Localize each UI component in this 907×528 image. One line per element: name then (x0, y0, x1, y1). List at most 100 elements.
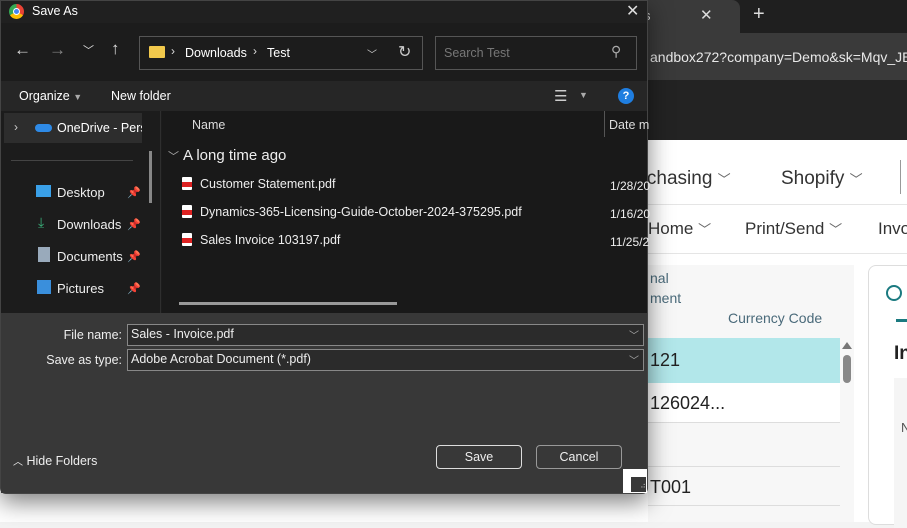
table-row[interactable]: 126024... (648, 383, 840, 423)
url-text[interactable]: andbox272?company=Demo&sk=Mqv_JEJ (650, 49, 907, 65)
folder-icon (149, 46, 165, 58)
file-date: 1/28/20 (610, 179, 651, 193)
sidebar-item-documents[interactable]: Documents 📌 (1, 245, 146, 267)
title-bar: Save As ✕ (1, 1, 647, 23)
save-type-label: Save as type: (46, 353, 122, 367)
chevron-up-icon: ︿ (13, 457, 23, 468)
search-input[interactable]: Search Test ⚲ (435, 36, 637, 70)
hide-folders-label: Hide Folders (26, 454, 98, 468)
pdf-icon (182, 205, 192, 218)
documents-icon (38, 247, 50, 262)
recent-locations-icon[interactable]: ﹀ (83, 42, 94, 58)
menu-label: Shopify (781, 168, 845, 189)
chevron-down-icon[interactable]: ﹀ (367, 46, 377, 61)
pictures-icon (37, 280, 51, 294)
divider (11, 160, 133, 161)
pin-icon: 📌 (127, 251, 141, 263)
help-icon[interactable]: ? (618, 88, 634, 104)
file-item[interactable]: Customer Statement.pdf (182, 177, 335, 191)
forward-icon[interactable]: → (49, 40, 66, 60)
up-icon[interactable]: ↑ (111, 39, 120, 59)
sidebar-label: Downloads (57, 217, 122, 232)
file-date: 1/16/20 (610, 207, 651, 221)
resize-grip-icon[interactable]: ⠴ (631, 477, 646, 492)
sidebar-scrollbar[interactable] (149, 151, 152, 203)
file-item[interactable]: Dynamics-365-Licensing-Guide-October-202… (182, 205, 522, 219)
expand-icon[interactable]: › (14, 120, 18, 134)
chevron-down-icon[interactable]: ﹀ (629, 352, 639, 367)
desktop-icon (36, 185, 51, 197)
group-header[interactable]: A long time ago (183, 147, 286, 164)
action-home[interactable]: Home ﹀ (648, 219, 711, 239)
table-row[interactable]: 121 (648, 338, 840, 383)
address-path[interactable]: › Downloads › Test ﹀ ↻ (139, 36, 423, 70)
pin-icon: 📌 (127, 187, 141, 199)
close-icon[interactable]: ✕ (626, 1, 639, 21)
download-icon: ⤓ (38, 214, 45, 230)
breadcrumb-test[interactable]: Test (267, 46, 290, 60)
dropdown-arrow-icon: ▼ (73, 92, 83, 102)
chevron-down-icon: ﹀ (849, 172, 863, 187)
sidebar-item-onedrive[interactable]: › OneDrive - Perso (4, 113, 142, 143)
sidebar-label: Documents (57, 249, 123, 264)
collapse-group-icon[interactable]: ﹀ (168, 148, 179, 164)
scrollbar[interactable] (842, 340, 852, 386)
action-invoice[interactable]: Invo (878, 219, 907, 239)
toolbar: Organize ▼ New folder ☰ ▼ ? (1, 81, 647, 111)
file-name-input[interactable]: Sales - Invoice.pdf ﹀ (127, 324, 644, 346)
file-name: Customer Statement.pdf (200, 177, 336, 191)
action-print-send[interactable]: Print/Send ﹀ (745, 219, 842, 239)
divider (900, 160, 901, 194)
column-header-currency-code[interactable]: Currency Code (728, 310, 822, 326)
column-header-name[interactable]: Name (192, 118, 225, 132)
chrome-icon (9, 4, 24, 19)
sidebar-item-downloads[interactable]: ⤓ Downloads 📌 (1, 213, 146, 235)
file-name: Dynamics-365-Licensing-Guide-October-202… (200, 205, 522, 219)
resize-area: ⠴ (623, 469, 647, 493)
save-as-dialog: Save As ✕ ← → ﹀ ↑ › Downloads › Test ﹀ ↻… (0, 0, 651, 494)
sidebar-item-pictures[interactable]: Pictures 📌 (1, 277, 146, 299)
chevron-right-icon: › (171, 44, 175, 58)
sidebar-label: Desktop (57, 185, 105, 200)
chevron-down-icon: ﹀ (717, 172, 731, 187)
save-type-select[interactable]: Adobe Acrobat Document (*.pdf) ﹀ (127, 349, 644, 371)
horizontal-scrollbar[interactable] (179, 302, 397, 305)
back-icon[interactable]: ← (14, 40, 31, 60)
search-placeholder: Search Test (444, 46, 510, 60)
action-label: Print/Send (745, 219, 825, 238)
organize-button[interactable]: Organize ▼ (19, 89, 82, 103)
column-header-date[interactable]: Date m (609, 118, 649, 132)
file-name-value: Sales - Invoice.pdf (131, 327, 234, 341)
pin-icon: 📌 (127, 219, 141, 231)
circle-icon (886, 285, 902, 301)
new-tab-button[interactable]: + (753, 3, 765, 26)
chevron-down-icon[interactable]: ﹀ (629, 327, 639, 342)
tab-close-icon[interactable]: ✕ (700, 6, 713, 24)
dropdown-arrow-icon[interactable]: ▼ (579, 90, 588, 100)
action-label: Home (648, 219, 694, 238)
dialog-title: Save As (32, 4, 78, 18)
organize-label: Organize (19, 89, 70, 103)
pdf-icon (182, 177, 192, 190)
refresh-icon[interactable]: ↻ (398, 42, 411, 62)
card-field-area (894, 378, 907, 528)
view-options-icon[interactable]: ☰ (554, 87, 567, 105)
menu-shopify[interactable]: Shopify ﹀ (781, 168, 863, 190)
cancel-button[interactable]: Cancel (536, 445, 622, 469)
file-item[interactable]: Sales Invoice 103197.pdf (182, 233, 340, 247)
file-list: Name Date m ﹀ A long time ago Customer S… (162, 111, 651, 313)
save-button[interactable]: Save (436, 445, 522, 469)
chevron-right-icon: › (253, 44, 257, 58)
cloud-icon (35, 124, 52, 132)
file-name: Sales Invoice 103197.pdf (200, 233, 341, 247)
column-header: nal (650, 270, 669, 286)
sidebar-item-desktop[interactable]: Desktop 📌 (1, 181, 146, 203)
sidebar-label: OneDrive - Perso (57, 121, 142, 135)
hide-folders-button[interactable]: ︿ Hide Folders (13, 453, 97, 468)
table-row[interactable]: T001 (648, 466, 840, 506)
breadcrumb-downloads[interactable]: Downloads (185, 46, 247, 60)
column-divider[interactable] (604, 111, 605, 137)
save-type-value: Adobe Acrobat Document (*.pdf) (131, 352, 311, 366)
search-icon[interactable]: ⚲ (611, 43, 621, 60)
new-folder-button[interactable]: New folder (111, 89, 171, 103)
